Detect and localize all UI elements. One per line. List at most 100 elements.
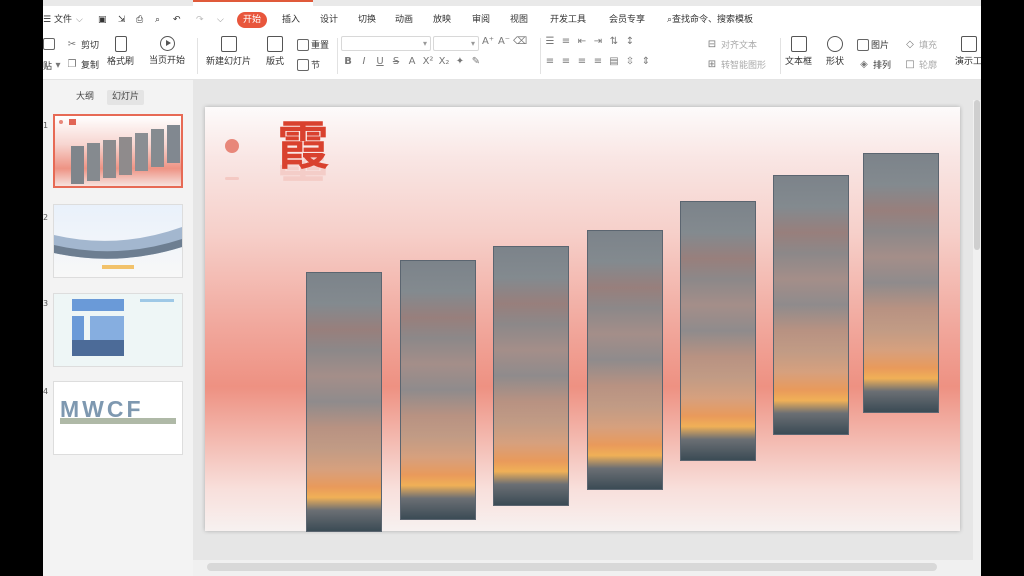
- bullet-list-icon[interactable]: ☰: [543, 36, 557, 47]
- increase-font-icon[interactable]: A⁺: [481, 36, 495, 47]
- paragraph-tools-row2: ≡ ≡ ≡ ≡ ▤ ⇳ ⇕: [543, 56, 653, 67]
- text-direction-icon[interactable]: ⇅: [607, 36, 621, 47]
- smartart-icon: ⊞: [707, 59, 717, 70]
- photo-panel-4[interactable]: [587, 230, 663, 490]
- format-painter-button[interactable]: 格式刷: [107, 36, 134, 67]
- tab-review[interactable]: 审阅: [472, 13, 490, 27]
- vertical-scroll-thumb[interactable]: [974, 100, 980, 250]
- paste-icon[interactable]: [43, 38, 55, 50]
- numbered-list-icon[interactable]: ≡: [559, 36, 573, 47]
- copy-button[interactable]: ❐ 复制: [65, 58, 100, 71]
- align-center-icon[interactable]: ≡: [559, 56, 573, 67]
- clear-format-icon[interactable]: ⌫: [513, 36, 527, 47]
- photo-panel-1[interactable]: [306, 272, 382, 532]
- slide-thumbnail-4[interactable]: MWCF: [53, 381, 183, 455]
- tab-slideshow[interactable]: 放映: [433, 13, 451, 27]
- slide-thumbnail-4-art: [60, 418, 176, 424]
- save-icon[interactable]: ▣: [98, 13, 107, 27]
- slide-thumbnail-2[interactable]: [53, 204, 183, 278]
- chevron-down-icon[interactable]: ⌵: [76, 13, 83, 27]
- paste-label: 贴: [43, 62, 53, 72]
- slide-editor[interactable]: 霞 霞: [205, 107, 960, 532]
- presentation-tools-button[interactable]: 演示工: [955, 36, 981, 67]
- font-size-select[interactable]: ▾: [433, 36, 479, 51]
- photo-panel-7[interactable]: [863, 153, 939, 413]
- cut-button[interactable]: ✂ 剪切: [65, 38, 99, 51]
- command-search[interactable]: ⌕查找命令、搜索模板: [667, 13, 753, 27]
- font-color-icon[interactable]: A: [405, 56, 419, 67]
- tab-animation[interactable]: 动画: [395, 13, 413, 27]
- align-text-button[interactable]: ⊟ 对齐文本: [705, 38, 757, 51]
- underline-icon[interactable]: U: [373, 56, 387, 67]
- tab-home[interactable]: 开始: [237, 12, 268, 28]
- shape-button[interactable]: 形状: [826, 36, 844, 67]
- tab-member[interactable]: 会员专享: [609, 13, 645, 27]
- italic-icon[interactable]: I: [357, 56, 371, 67]
- highlight-icon[interactable]: ✎: [469, 56, 483, 67]
- export-icon[interactable]: ⇲: [118, 13, 126, 27]
- columns-icon[interactable]: ⇳: [623, 56, 637, 67]
- fill-button[interactable]: ◇ 填充: [903, 38, 937, 51]
- slide-canvas: 霞 霞: [193, 80, 981, 560]
- horizontal-scrollbar[interactable]: [193, 560, 981, 576]
- photo-panel-3[interactable]: [493, 246, 569, 506]
- undo-icon[interactable]: ↶: [173, 13, 181, 27]
- hamburger-icon[interactable]: ☰: [43, 13, 51, 27]
- superscript-icon[interactable]: X²: [421, 56, 435, 67]
- presentation-tools-label: 演示工: [955, 57, 981, 67]
- tab-outline[interactable]: 大纲: [71, 90, 99, 105]
- vertical-scrollbar[interactable]: [973, 100, 981, 560]
- outline-button[interactable]: □ 轮廓: [903, 58, 937, 71]
- photo-panel-6[interactable]: [773, 175, 849, 435]
- bold-icon[interactable]: B: [341, 56, 355, 67]
- text-effects-icon[interactable]: ✦: [453, 56, 467, 67]
- slide-thumbnail-2-art: [54, 227, 182, 269]
- align-right-icon[interactable]: ≡: [575, 56, 589, 67]
- decrease-indent-icon[interactable]: ⇤: [575, 36, 589, 47]
- slide-thumbnail-3[interactable]: [53, 293, 183, 367]
- new-slide-label: 新建幻灯片: [206, 57, 252, 67]
- font-family-select[interactable]: ▾: [341, 36, 431, 51]
- reset-button[interactable]: 重置: [297, 38, 329, 51]
- picture-button[interactable]: 图片: [857, 38, 889, 51]
- redo-icon[interactable]: ↷: [196, 13, 204, 27]
- convert-smartart-button[interactable]: ⊞ 转智能图形: [705, 58, 766, 71]
- preview-icon[interactable]: ⌕: [155, 13, 160, 27]
- subscript-icon[interactable]: X₂: [437, 56, 451, 67]
- tab-insert[interactable]: 插入: [282, 13, 300, 27]
- tab-view[interactable]: 视图: [510, 13, 528, 27]
- play-from-current-label: 当页开始: [149, 56, 186, 66]
- distribute-icon[interactable]: ▤: [607, 56, 621, 67]
- quick-access-more-icon[interactable]: ⌵: [217, 13, 224, 27]
- tab-slides[interactable]: 幻灯片: [107, 90, 145, 105]
- photo-panel-5[interactable]: [680, 201, 756, 461]
- increase-indent-icon[interactable]: ⇥: [591, 36, 605, 47]
- print-icon[interactable]: ⎙: [136, 13, 143, 27]
- section-button[interactable]: 节: [297, 58, 320, 71]
- tab-transition[interactable]: 切换: [358, 13, 376, 27]
- shape-icon: [827, 36, 843, 52]
- font-style-tools: B I U S A X² X₂ ✦ ✎: [341, 56, 483, 67]
- file-menu[interactable]: 文件: [54, 13, 72, 27]
- paragraph-spacing-icon[interactable]: ⇕: [639, 56, 653, 67]
- tab-developer[interactable]: 开发工具: [550, 13, 586, 27]
- new-slide-button[interactable]: 新建幻灯片: [206, 36, 251, 67]
- decrease-font-icon[interactable]: A⁻: [497, 36, 511, 47]
- arrange-button[interactable]: ◈ 排列: [857, 58, 891, 71]
- scissors-icon: ✂: [67, 39, 77, 50]
- paste-button[interactable]: 贴 ▾: [43, 59, 62, 72]
- picture-label: 图片: [871, 41, 890, 51]
- strikethrough-icon[interactable]: S: [389, 56, 403, 67]
- line-spacing-icon[interactable]: ↕: [623, 36, 637, 47]
- align-left-icon[interactable]: ≡: [543, 56, 557, 67]
- font-size-tools: A⁺ A⁻ ⌫: [481, 36, 527, 47]
- layout-button[interactable]: 版式: [266, 36, 284, 67]
- horizontal-scroll-thumb[interactable]: [207, 563, 937, 571]
- current-document-tab[interactable]: [193, 0, 313, 6]
- justify-icon[interactable]: ≡: [591, 56, 605, 67]
- play-from-current-button[interactable]: 当页开始: [149, 36, 185, 66]
- tab-design[interactable]: 设计: [320, 13, 338, 27]
- photo-panel-2[interactable]: [400, 260, 476, 520]
- slide-thumbnail-1[interactable]: [53, 114, 183, 188]
- textbox-button[interactable]: 文本框: [785, 36, 812, 67]
